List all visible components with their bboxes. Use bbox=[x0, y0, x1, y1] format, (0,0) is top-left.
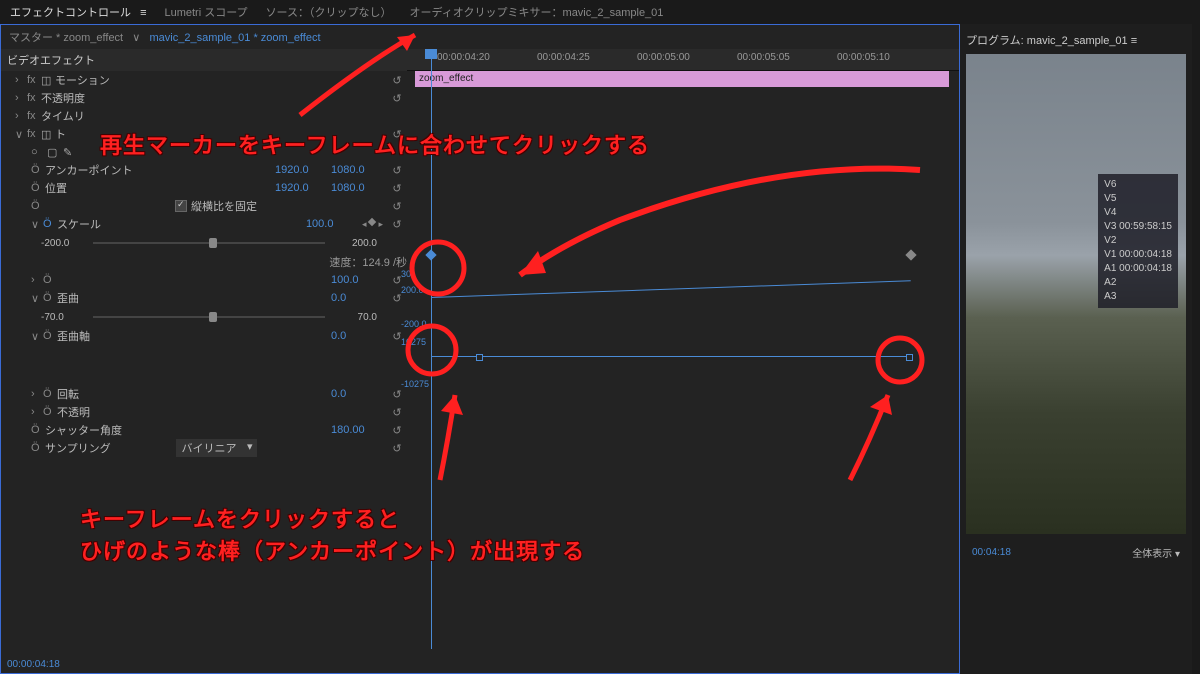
keyframe-diamond[interactable] bbox=[905, 249, 916, 260]
reset-icon[interactable]: ↺ bbox=[387, 164, 407, 177]
clip-bar[interactable]: zoom_effect bbox=[415, 71, 949, 87]
keyframe-nav[interactable]: ◂ ▸ bbox=[362, 219, 383, 230]
tab-effect-controls[interactable]: エフェクトコントロール ≡ bbox=[10, 4, 146, 20]
effect-motion[interactable]: ›fx◫モーション↺ bbox=[1, 71, 407, 89]
reset-icon[interactable]: ↺ bbox=[387, 92, 407, 105]
property-list: ビデオエフェクト ›fx◫モーション↺ ›fx不透明度↺ ›fxタイムリ ∨fx… bbox=[1, 49, 407, 649]
velocity-readout: 速度：124.9 /秒 bbox=[1, 253, 407, 271]
program-panel-title: プログラム: mavic_2_sample_01 ≡ bbox=[966, 30, 1186, 54]
zoom-fit-dropdown[interactable]: 全体表示 ▾ bbox=[1132, 545, 1180, 560]
stopwatch-icon[interactable]: Ö bbox=[43, 218, 57, 230]
bezier-handle[interactable] bbox=[861, 356, 911, 357]
breadcrumb: マスター * zoom_effect ∨ mavic_2_sample_01 *… bbox=[1, 25, 959, 49]
prop-shutter[interactable]: Öシャッター角度180.00↺ bbox=[1, 421, 407, 439]
stopwatch-icon[interactable]: Ö bbox=[31, 200, 45, 212]
tab-lumetri-scopes[interactable]: Lumetri スコープ bbox=[164, 4, 247, 20]
effect-time-remap[interactable]: ›fxタイムリ bbox=[1, 107, 407, 125]
position-x[interactable]: 1920.0 bbox=[275, 182, 331, 194]
track-overlay: V6 V5 V4 V3 00:59:58:15 V2 V1 00:00:04:1… bbox=[1098, 174, 1178, 308]
prop-anchor-point[interactable]: Öアンカーポイント 1920.0 1080.0 ↺ bbox=[1, 161, 407, 179]
reset-icon[interactable]: ↺ bbox=[387, 182, 407, 195]
breadcrumb-clip[interactable]: mavic_2_sample_01 * zoom_effect bbox=[150, 32, 321, 44]
effect-controls-panel: マスター * zoom_effect ∨ mavic_2_sample_01 *… bbox=[0, 24, 960, 674]
prop-sampling[interactable]: Öサンプリング バイリニア▾ ↺ bbox=[1, 439, 407, 457]
prop-skew-axis[interactable]: ∨Ö歪曲軸0.0↺ bbox=[1, 327, 407, 345]
breadcrumb-master[interactable]: マスター * zoom_effect bbox=[9, 32, 123, 44]
menu-icon[interactable]: ≡ bbox=[140, 7, 146, 19]
sampling-dropdown[interactable]: バイリニア▾ bbox=[176, 439, 257, 457]
program-monitor[interactable]: V6 V5 V4 V3 00:59:58:15 V2 V1 00:00:04:1… bbox=[966, 54, 1186, 534]
prop-skew[interactable]: ∨Ö歪曲0.0↺ bbox=[1, 289, 407, 307]
section-video-effects: ビデオエフェクト bbox=[1, 49, 407, 71]
position-y[interactable]: 1080.0 bbox=[331, 182, 387, 194]
scale-slider[interactable]: -200.0 200.0 bbox=[1, 233, 407, 253]
skew-slider[interactable]: -70.0 70.0 bbox=[1, 307, 407, 327]
prop-position[interactable]: Ö位置 1920.0 1080.0 ↺ bbox=[1, 179, 407, 197]
time-ruler[interactable]: 00:00:04:20 00:00:04:25 00:00:05:00 00:0… bbox=[407, 49, 959, 71]
scale-value[interactable]: 100.0 bbox=[306, 218, 362, 230]
prop-extra[interactable]: ›Ö100.0↺ bbox=[1, 271, 407, 289]
anchor-x[interactable]: 1920.0 bbox=[275, 164, 331, 176]
reset-icon[interactable]: ↺ bbox=[387, 128, 407, 141]
uniform-checkbox[interactable] bbox=[175, 200, 187, 212]
reset-icon[interactable]: ↺ bbox=[387, 200, 407, 213]
playhead[interactable] bbox=[431, 49, 432, 649]
current-timecode[interactable]: 00:00:04:18 bbox=[7, 659, 60, 670]
bezier-handle[interactable] bbox=[431, 356, 481, 357]
keyframe-graph[interactable]: 30 200.0 -200.0 10275 -10275 bbox=[407, 109, 959, 629]
keyframe-timeline[interactable]: 00:00:04:20 00:00:04:25 00:00:05:00 00:0… bbox=[407, 49, 959, 649]
anchor-y[interactable]: 1080.0 bbox=[331, 164, 387, 176]
prop-scale[interactable]: ∨Öスケール 100.0 ◂ ▸ ↺ bbox=[1, 215, 407, 233]
tab-source[interactable]: ソース：（クリップなし） bbox=[266, 4, 392, 20]
reset-icon[interactable]: ↺ bbox=[387, 74, 407, 87]
tab-audio-clip-mixer[interactable]: オーディオクリップミキサー：mavic_2_sample_01 bbox=[410, 4, 664, 20]
stopwatch-icon[interactable]: Ö bbox=[31, 164, 45, 176]
effect-transform[interactable]: ∨fx◫ト↺ bbox=[1, 125, 407, 143]
prop-opacity2[interactable]: ›Ö不透明↺ bbox=[1, 403, 407, 421]
stopwatch-icon[interactable]: Ö bbox=[31, 182, 45, 194]
prop-rotation[interactable]: ›Ö回転0.0↺ bbox=[1, 385, 407, 403]
panel-tabs: エフェクトコントロール ≡ Lumetri スコープ ソース：（クリップなし） … bbox=[0, 0, 1200, 24]
mask-shapes[interactable]: ○▢✎ bbox=[1, 143, 407, 161]
program-timecode[interactable]: 00:04:18 bbox=[972, 547, 1011, 558]
prop-uniform-scale[interactable]: Ö 縦横比を固定 ↺ bbox=[1, 197, 407, 215]
effect-opacity[interactable]: ›fx不透明度↺ bbox=[1, 89, 407, 107]
reset-icon[interactable]: ↺ bbox=[387, 218, 407, 231]
